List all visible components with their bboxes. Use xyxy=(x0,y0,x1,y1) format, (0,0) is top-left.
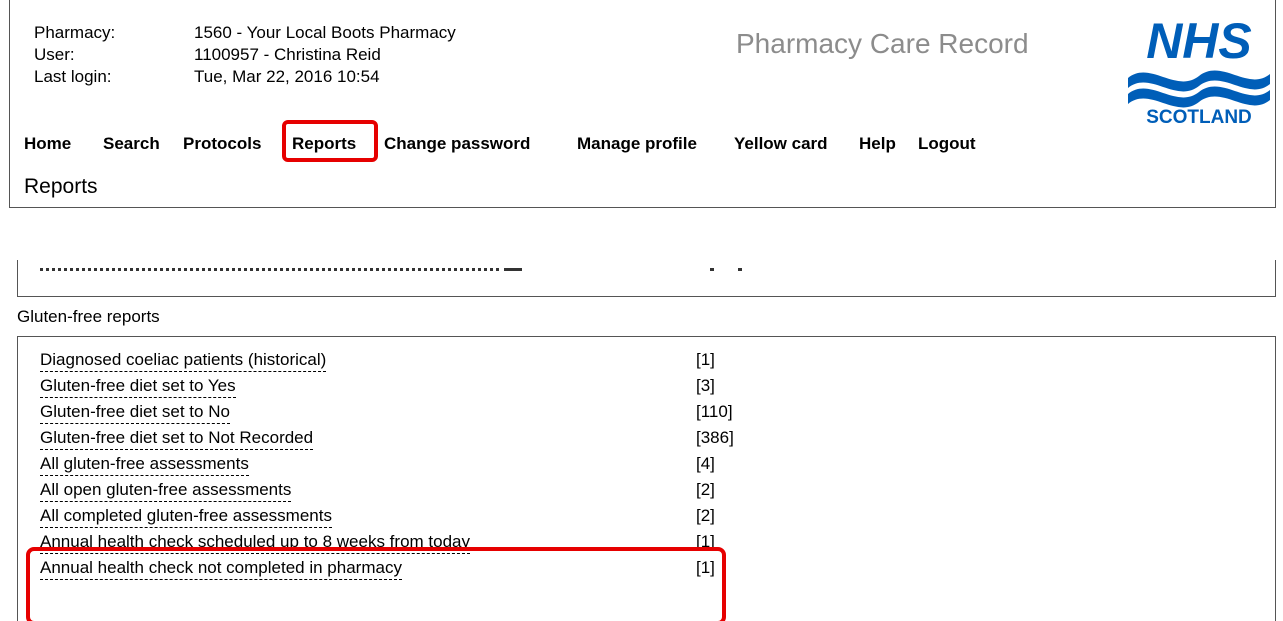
report-count: [2] xyxy=(696,480,715,499)
report-count: [1] xyxy=(696,350,715,369)
nav-help[interactable]: Help xyxy=(859,133,896,155)
report-row: Diagnosed coeliac patients (historical) … xyxy=(40,349,940,375)
nav-manage-profile[interactable]: Manage profile xyxy=(577,133,697,155)
nav-home[interactable]: Home xyxy=(24,133,71,155)
report-count: [110] xyxy=(696,402,733,421)
user-value: 1100957 - Christina Reid xyxy=(194,45,381,64)
nav-search[interactable]: Search xyxy=(103,133,160,155)
report-row: Gluten-free diet set to Yes [3] xyxy=(40,375,940,401)
report-link-diet-no[interactable]: Gluten-free diet set to No xyxy=(40,401,230,424)
report-row: All gluten-free assessments [4] xyxy=(40,453,940,479)
last-login-value: Tue, Mar 22, 2016 10:54 xyxy=(194,67,380,86)
annual-health-check-highlight xyxy=(26,547,726,621)
pharmacy-label: Pharmacy: xyxy=(34,23,116,42)
report-link-completed-assessments[interactable]: All completed gluten-free assessments xyxy=(40,505,332,528)
report-row: All completed gluten-free assessments [2… xyxy=(40,505,940,531)
previous-report-count-fragment xyxy=(710,268,752,271)
report-link-open-assessments[interactable]: All open gluten-free assessments xyxy=(40,479,292,502)
report-link-diet-not-recorded[interactable]: Gluten-free diet set to Not Recorded xyxy=(40,427,314,450)
nav-change-password[interactable]: Change password xyxy=(384,133,530,155)
report-count: [3] xyxy=(696,376,715,395)
last-login-label: Last login: xyxy=(34,67,112,86)
nhs-logo-text: NHS xyxy=(1146,14,1252,69)
previous-report-link-fragment xyxy=(504,268,522,271)
header-panel: Pharmacy: 1560 - Your Local Boots Pharma… xyxy=(9,0,1276,208)
report-count: [386] xyxy=(696,428,734,447)
nav-yellow-card[interactable]: Yellow card xyxy=(734,133,828,155)
pharmacy-value: 1560 - Your Local Boots Pharmacy xyxy=(194,23,456,42)
report-count: [2] xyxy=(696,506,715,525)
report-link-diet-yes[interactable]: Gluten-free diet set to Yes xyxy=(40,375,236,398)
scotland-logo-text: SCOTLAND xyxy=(1146,107,1252,127)
report-row: Gluten-free diet set to Not Recorded [38… xyxy=(40,427,940,453)
nav-protocols[interactable]: Protocols xyxy=(183,133,261,155)
page-title: Reports xyxy=(24,175,98,198)
report-row: Gluten-free diet set to No [110] xyxy=(40,401,940,427)
user-label: User: xyxy=(34,45,75,64)
app-title: Pharmacy Care Record xyxy=(736,28,1029,59)
report-link-coeliac-historical[interactable]: Diagnosed coeliac patients (historical) xyxy=(40,349,327,372)
nav-logout[interactable]: Logout xyxy=(918,133,976,155)
report-count: [4] xyxy=(696,454,715,473)
report-link-all-assessments[interactable]: All gluten-free assessments xyxy=(40,453,249,476)
report-row: All open gluten-free assessments [2] xyxy=(40,479,940,505)
reports-highlight xyxy=(282,120,378,162)
previous-report-link-fragment xyxy=(40,268,502,271)
previous-report-section xyxy=(17,260,1276,297)
nhs-scotland-logo: NHS SCOTLAND xyxy=(1124,14,1274,127)
gluten-free-heading: Gluten-free reports xyxy=(17,307,160,326)
